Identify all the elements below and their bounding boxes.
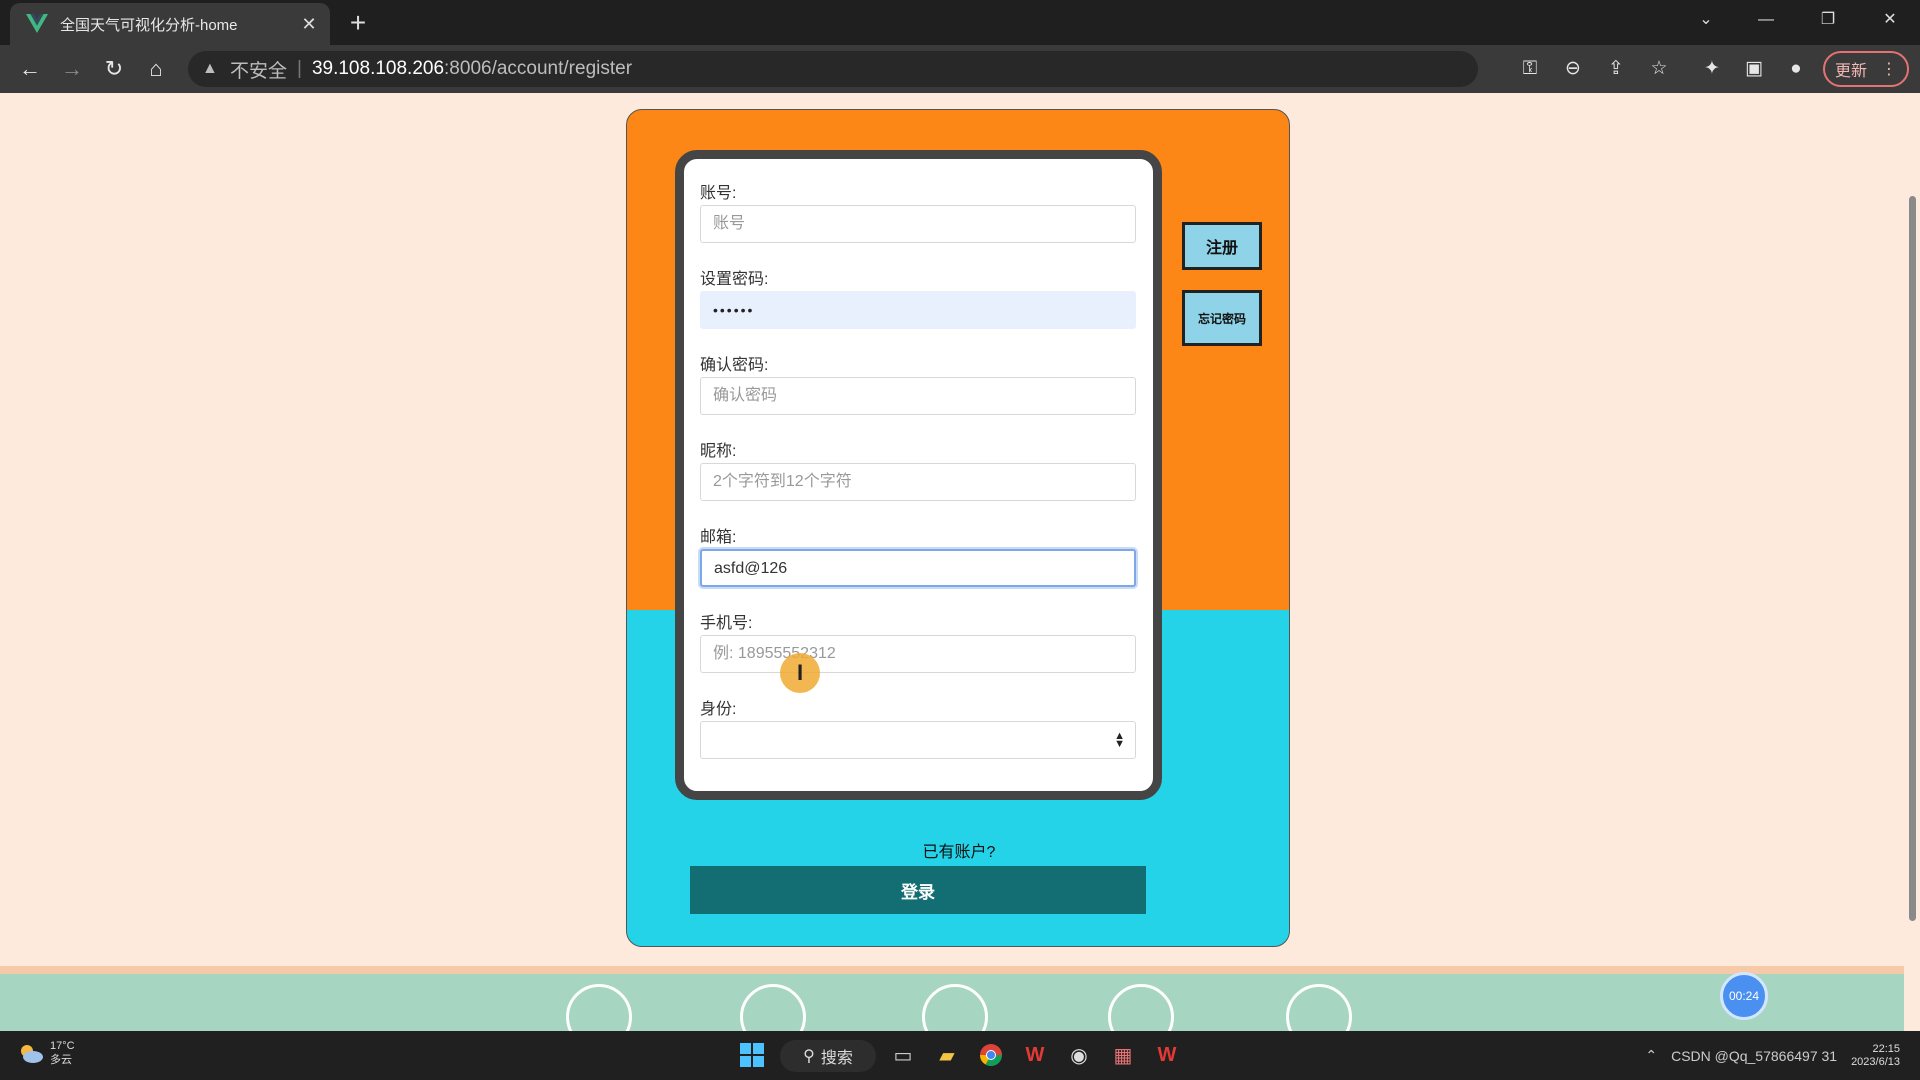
confirm-password-label: 确认密码: xyxy=(700,357,769,374)
tab-close-icon[interactable]: ✕ xyxy=(294,14,324,35)
wps-writer-icon[interactable]: W xyxy=(1150,1038,1184,1072)
minimize-icon[interactable]: — xyxy=(1736,0,1796,40)
forward-icon[interactable]: → xyxy=(56,53,88,85)
footer-band xyxy=(0,974,1920,1031)
zoom-icon[interactable]: ⊖ xyxy=(1559,55,1587,83)
weather-description: 多云 xyxy=(50,1054,72,1066)
email-label: 邮箱: xyxy=(700,529,737,546)
clock[interactable]: 22:15 2023/6/13 xyxy=(1851,1043,1900,1069)
menu-dots-icon: ⋮ xyxy=(1881,61,1897,78)
restore-icon[interactable]: ❐ xyxy=(1798,0,1858,40)
system-tray: ⌃ CSDN @Qq_57866497 31 22:15 2023/6/13 xyxy=(1645,1031,1900,1080)
account-label: 账号: xyxy=(700,185,737,202)
omnibox-separator: | xyxy=(297,58,302,79)
text-cursor-icon: I xyxy=(780,653,820,693)
footer-stripe xyxy=(0,966,1920,974)
footer-circle-icon[interactable] xyxy=(740,984,806,1031)
register-button[interactable]: 注册 xyxy=(1182,222,1262,270)
select-updown-icon: ▲ ▼ xyxy=(1114,730,1125,750)
update-label: 更新 xyxy=(1834,63,1867,80)
extensions-icon[interactable]: ✦ xyxy=(1698,55,1726,83)
chrome-icon[interactable] xyxy=(974,1038,1008,1072)
forgot-password-button[interactable]: 忘记密码 xyxy=(1182,290,1262,346)
tab-search-icon[interactable]: ⌄ xyxy=(1676,0,1736,40)
footer-circle-icon[interactable] xyxy=(1108,984,1174,1031)
register-panel: 账号: 账号 设置密码: •••••• 确认密码: 确认密码 昵称: 2个字符到… xyxy=(626,109,1290,947)
windows-taskbar: 17°C 多云 ⚲ 搜索 ▭ ▰ W ◉ ▦ W ⌃ CSDN @Qq_5786… xyxy=(0,1031,1920,1080)
have-account-text: 已有账户? xyxy=(922,844,996,861)
identity-select[interactable]: ▲ ▼ xyxy=(700,721,1136,759)
insecure-label: 不安全 xyxy=(230,60,288,82)
weather-widget[interactable]: 17°C 多云 xyxy=(18,1039,75,1067)
account-input[interactable]: 账号 xyxy=(700,205,1136,243)
side-panel-icon[interactable]: ▣ xyxy=(1740,55,1768,83)
page-content: 账号: 账号 设置密码: •••••• 确认密码: 确认密码 昵称: 2个字符到… xyxy=(0,93,1920,1031)
reload-icon[interactable]: ↻ xyxy=(98,53,130,85)
clock-time: 22:15 xyxy=(1872,1042,1900,1055)
nickname-input[interactable]: 2个字符到12个字符 xyxy=(700,463,1136,501)
page-scrollbar[interactable] xyxy=(1904,93,1920,1031)
profile-icon[interactable]: ● xyxy=(1782,55,1810,83)
footer-circle-icon[interactable] xyxy=(566,984,632,1031)
archive-app-icon[interactable]: ▦ xyxy=(1106,1038,1140,1072)
email-input[interactable]: asfd@126 xyxy=(700,549,1136,587)
update-button[interactable]: 更新 ⋮ xyxy=(1823,51,1909,87)
vue-logo-icon xyxy=(26,13,48,35)
url-host: 39.108.108.206 xyxy=(311,58,445,79)
phone-input[interactable]: 例: 18955552312 xyxy=(700,635,1136,673)
clock-date: 2023/6/13 xyxy=(1851,1055,1900,1068)
bookmark-star-icon[interactable]: ☆ xyxy=(1645,55,1673,83)
confirm-password-input[interactable]: 确认密码 xyxy=(700,377,1136,415)
close-window-icon[interactable]: ✕ xyxy=(1860,0,1920,40)
browser-tab[interactable]: 全国天气可视化分析-home ✕ xyxy=(10,3,330,45)
recording-timer[interactable]: 00:24 xyxy=(1720,972,1768,1020)
share-icon[interactable]: ⇪ xyxy=(1602,55,1630,83)
phone-label: 手机号: xyxy=(700,615,753,632)
footer-circle-icon[interactable] xyxy=(1286,984,1352,1031)
key-icon[interactable]: ⚿ xyxy=(1516,55,1544,83)
new-tab-button[interactable]: + xyxy=(340,6,376,42)
login-button[interactable]: 登录 xyxy=(690,866,1146,914)
search-icon: ⚲ xyxy=(803,1048,815,1065)
home-icon[interactable]: ⌂ xyxy=(140,53,172,85)
identity-label: 身份: xyxy=(700,701,737,718)
wps-icon[interactable]: W xyxy=(1018,1038,1052,1072)
warning-icon: ▲ xyxy=(202,60,218,77)
back-icon[interactable]: ← xyxy=(14,53,46,85)
nickname-label: 昵称: xyxy=(700,443,737,460)
browser-toolbar: ← → ↻ ⌂ ▲ 不安全 | 39.108.108.206 :8006/acc… xyxy=(0,45,1920,93)
tray-chevron-icon[interactable]: ⌃ xyxy=(1645,1047,1657,1064)
windows-start-icon[interactable] xyxy=(735,1038,769,1072)
tab-title: 全国天气可视化分析-home xyxy=(60,16,238,34)
url-path: :8006/account/register xyxy=(444,58,633,79)
scrollbar-thumb[interactable] xyxy=(1909,196,1916,921)
app-icon[interactable]: ◉ xyxy=(1062,1038,1096,1072)
weather-temperature: 17°C xyxy=(50,1040,75,1052)
taskbar-search[interactable]: ⚲ 搜索 xyxy=(780,1040,876,1072)
address-bar[interactable]: ▲ 不安全 | 39.108.108.206 :8006/account/reg… xyxy=(188,51,1478,87)
password-input[interactable]: •••••• xyxy=(700,291,1136,329)
file-explorer-icon[interactable]: ▰ xyxy=(930,1038,964,1072)
cloud-sun-icon xyxy=(21,1045,43,1063)
register-form: 账号: 账号 设置密码: •••••• 确认密码: 确认密码 昵称: 2个字符到… xyxy=(675,150,1162,800)
browser-titlebar: 全国天气可视化分析-home ✕ + ⌄ — ❐ ✕ xyxy=(0,0,1920,45)
password-label: 设置密码: xyxy=(700,271,769,288)
footer-circle-icon[interactable] xyxy=(922,984,988,1031)
tray-watermark-text: CSDN @Qq_57866497 31 xyxy=(1671,1047,1838,1064)
taskbar-search-label: 搜索 xyxy=(820,1050,853,1067)
task-view-icon[interactable]: ▭ xyxy=(886,1038,920,1072)
